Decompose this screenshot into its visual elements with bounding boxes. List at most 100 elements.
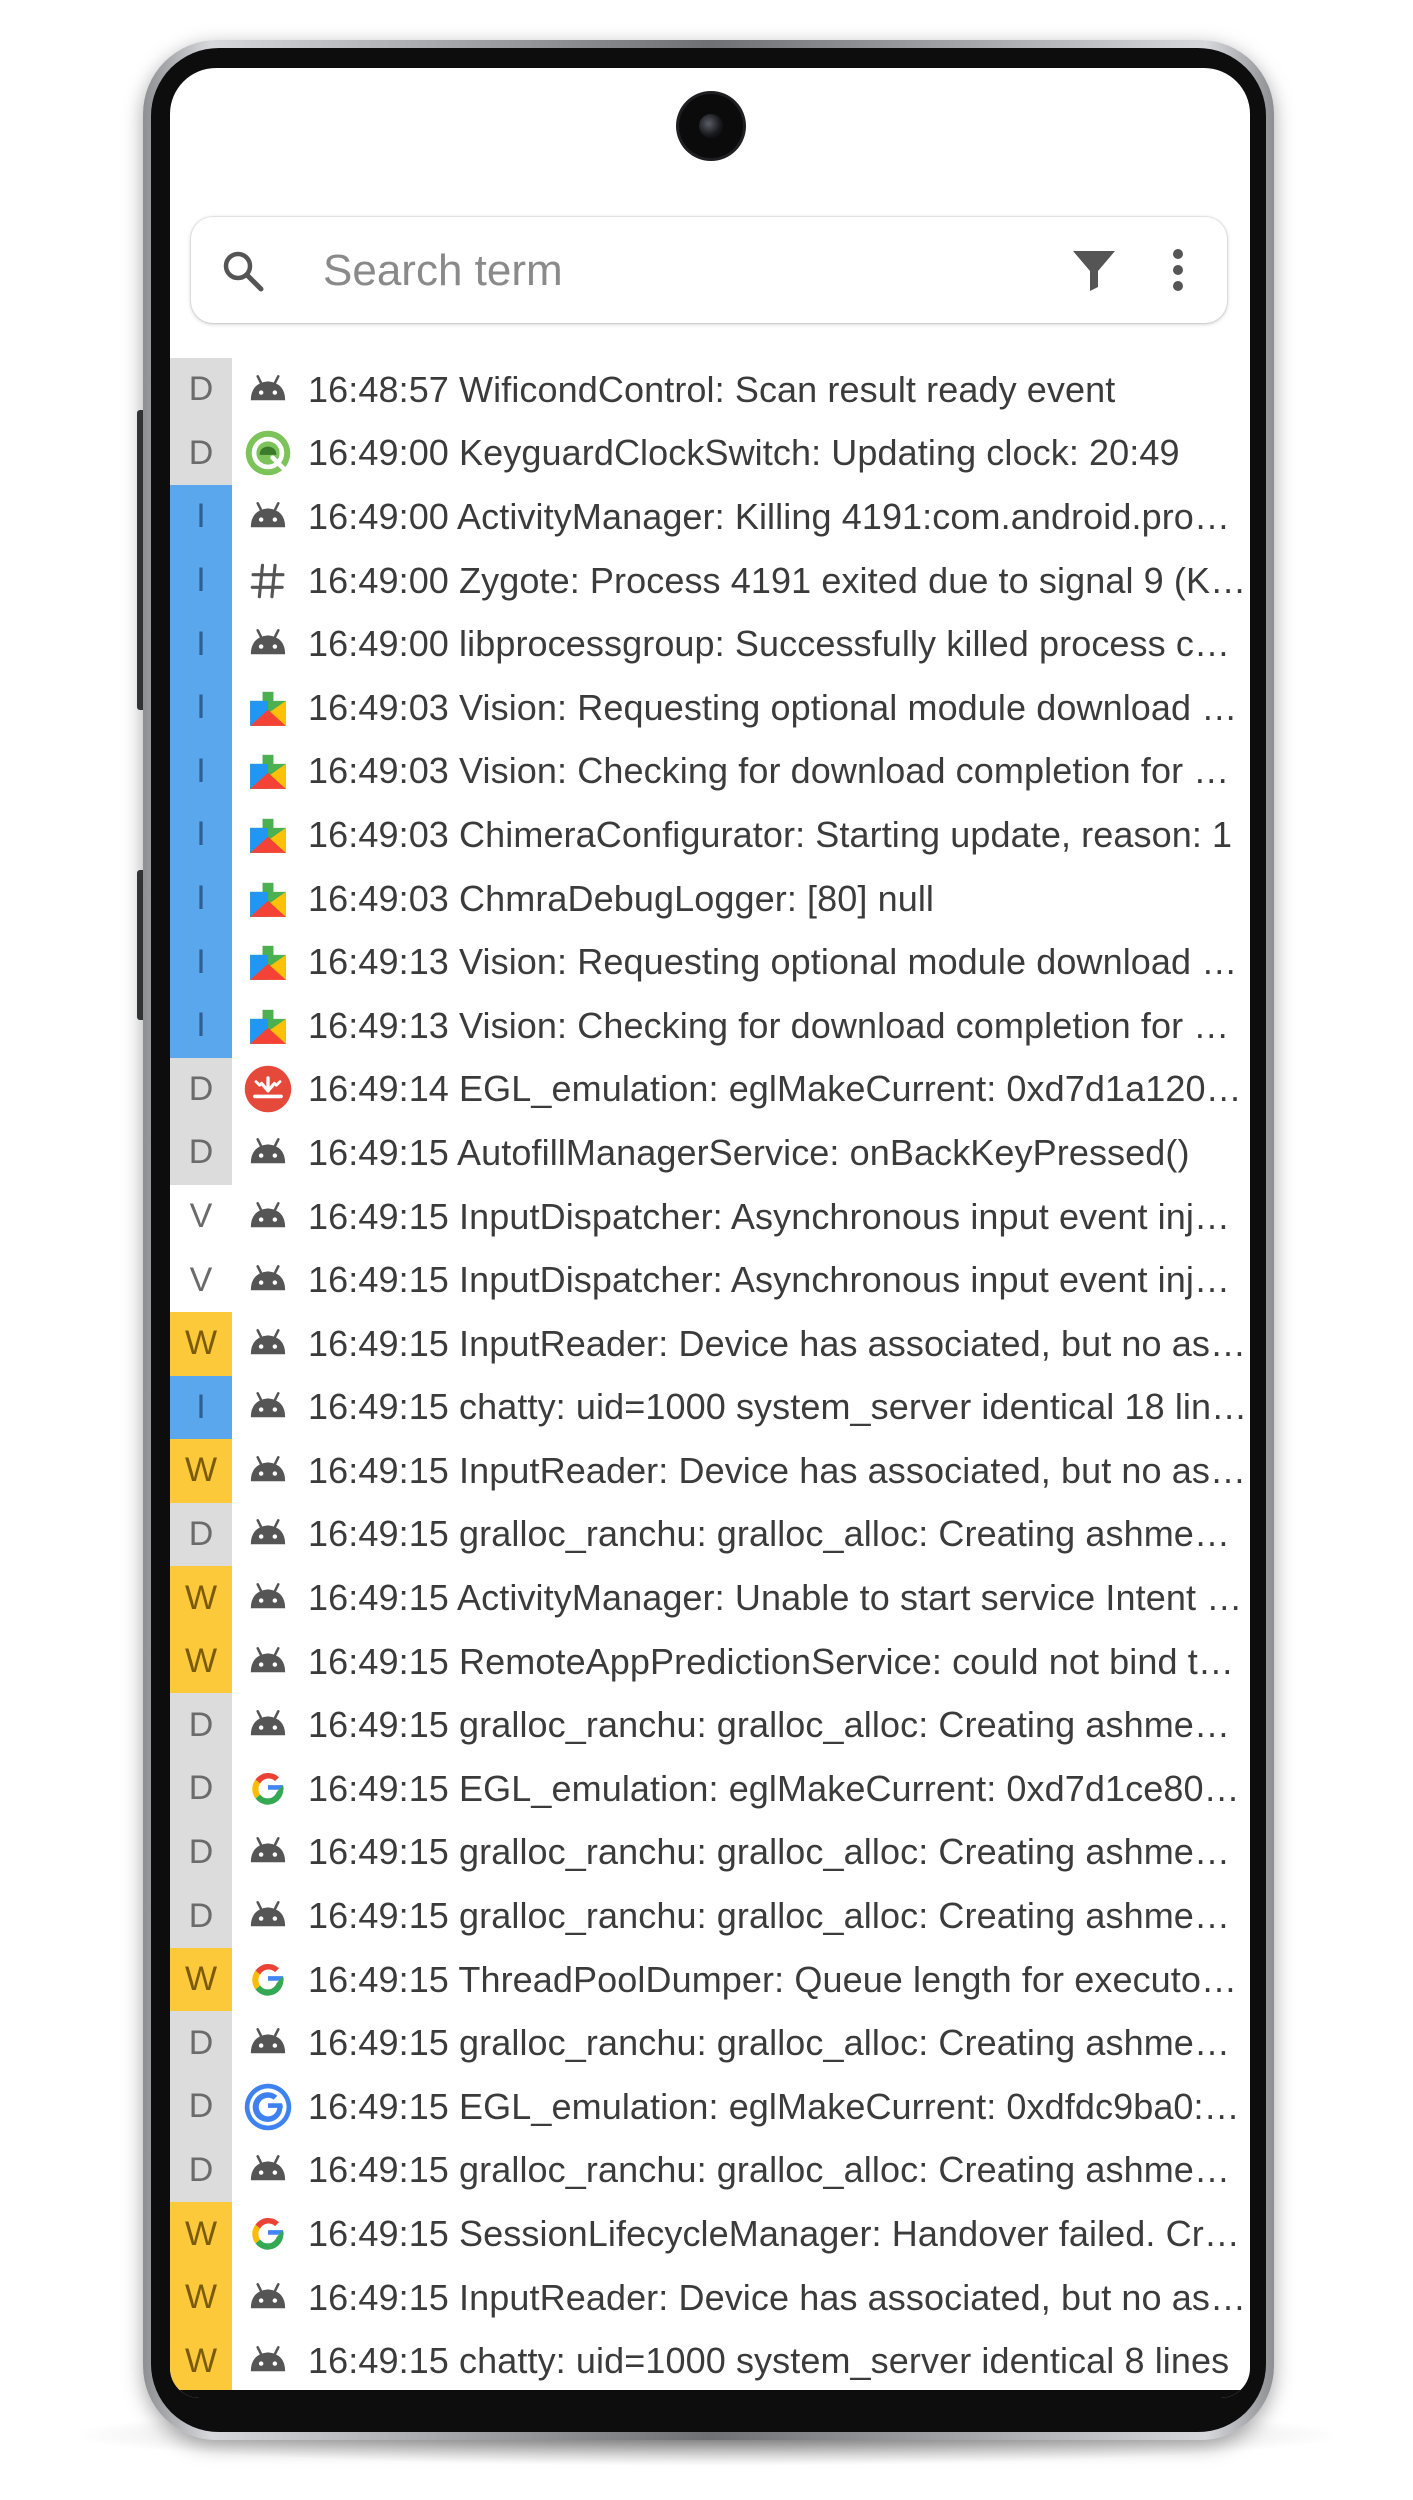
log-message: 16:49:15 ThreadPoolDumper: Queue length … [308,1958,1248,2000]
log-row[interactable]: W 16:49:15 ThreadPoolDumper: Queue length… [170,1947,1250,2012]
log-level-badge: W [170,2265,232,2330]
log-row[interactable]: I 16:49:00 Zygote: Process 4191 exited du… [170,548,1250,613]
log-level-badge: D [170,1820,232,1885]
log-message: 16:49:13 Vision: Checking for download c… [308,1004,1248,1046]
log-list[interactable]: D 16:48:57 WificondControl: Scan result r… [170,358,1250,2393]
log-level-badge: D [170,358,232,422]
log-message: 16:49:00 KeyguardClockSwitch: Updating c… [308,432,1180,474]
log-message: 16:49:15 AutofillManagerService: onBackK… [308,1131,1190,1173]
log-row[interactable]: I 16:49:03 Vision: Checking for download … [170,739,1250,804]
android-icon [240,2270,296,2326]
log-row[interactable]: D 16:49:14 EGL_emulation: eglMakeCurrent:… [170,1057,1250,1122]
android-icon [240,1506,296,1562]
log-level-badge: D [170,2075,232,2139]
log-level-badge: D [170,1057,232,1122]
log-row[interactable]: I 16:49:00 libprocessgroup: Successfully … [170,612,1250,676]
log-level-badge: I [170,1375,232,1440]
log-row[interactable]: D 16:49:15 gralloc_ranchu: gralloc_alloc:… [170,2138,1250,2203]
google-icon [240,1761,296,1817]
log-message: 16:49:15 gralloc_ranchu: gralloc_alloc: … [308,2022,1248,2064]
log-row[interactable]: D 16:49:15 gralloc_ranchu: gralloc_alloc:… [170,1884,1250,1948]
log-row[interactable]: D 16:49:15 gralloc_ranchu: gralloc_alloc:… [170,1502,1250,1567]
log-message: 16:49:15 InputReader: Device has associa… [308,2276,1248,2318]
search-icon[interactable] [219,247,267,295]
log-message: 16:49:15 gralloc_ranchu: gralloc_alloc: … [308,1895,1248,1937]
log-row[interactable]: D 16:49:15 EGL_emulation: eglMakeCurrent:… [170,2075,1250,2139]
log-message: 16:49:13 Vision: Requesting optional mod… [308,941,1248,983]
hash-icon [240,553,296,609]
log-row[interactable]: W 16:49:15 RemoteAppPredictionService: co… [170,1629,1250,1694]
bottom-bezel [170,2390,1250,2398]
log-row[interactable]: W 16:49:15 chatty: uid=1000 system_server… [170,2329,1250,2393]
google-blue-icon [240,2079,296,2135]
play-services-icon [240,807,296,863]
log-level-badge: W [170,2329,232,2393]
log-row[interactable]: D 16:48:57 WificondControl: Scan result r… [170,358,1250,422]
log-level-badge: I [170,866,232,931]
log-message: 16:49:03 Vision: Requesting optional mod… [308,686,1248,728]
log-message: 16:49:03 ChmraDebugLogger: [80] null [308,877,935,919]
play-services-icon [240,680,296,736]
log-message: 16:49:15 RemoteAppPredictionService: cou… [308,1640,1248,1682]
log-message: 16:49:15 InputReader: Device has associa… [308,1449,1248,1491]
more-vert-icon[interactable] [1153,245,1203,295]
log-row[interactable]: W 16:49:15 ActivityManager: Unable to sta… [170,1566,1250,1630]
filter-icon[interactable] [1071,247,1117,293]
log-row[interactable]: W 16:49:15 InputReader: Device has associ… [170,1439,1250,1503]
log-level-badge: D [170,1121,232,1185]
log-row[interactable]: D 16:49:15 gralloc_ranchu: gralloc_alloc:… [170,1693,1250,1758]
log-level-badge: D [170,2138,232,2203]
log-row[interactable]: D 16:49:15 gralloc_ranchu: gralloc_alloc:… [170,1820,1250,1885]
android-icon [240,362,296,418]
log-message: 16:49:15 InputReader: Device has associa… [308,1322,1248,1364]
log-row[interactable]: D 16:49:15 gralloc_ranchu: gralloc_alloc:… [170,2011,1250,2076]
log-message: 16:49:15 EGL_emulation: eglMakeCurrent: … [308,1767,1248,1809]
android-icon [240,1697,296,1753]
log-message: 16:49:00 ActivityManager: Killing 4191:c… [308,495,1248,537]
play-services-icon [240,871,296,927]
log-row[interactable]: D 16:49:00 KeyguardClockSwitch: Updating … [170,421,1250,486]
log-level-badge: W [170,1566,232,1630]
log-level-badge: D [170,421,232,486]
log-level-badge: I [170,803,232,867]
log-message: 16:49:00 libprocessgroup: Successfully k… [308,623,1248,665]
log-message: 16:49:15 SessionLifecycleManager: Handov… [308,2213,1248,2255]
android-icon [240,1824,296,1880]
log-row[interactable]: I 16:49:00 ActivityManager: Killing 4191:… [170,485,1250,549]
log-level-badge: I [170,548,232,613]
log-message: 16:49:15 gralloc_ranchu: gralloc_alloc: … [308,1704,1248,1746]
log-message: 16:48:57 WificondControl: Scan result re… [308,368,1116,410]
log-message: 16:49:03 Vision: Checking for download c… [308,750,1248,792]
log-row[interactable]: D 16:49:15 AutofillManagerService: onBack… [170,1121,1250,1185]
log-row[interactable]: V 16:49:15 InputDispatcher: Asynchronous … [170,1248,1250,1312]
android-icon [240,489,296,545]
log-row[interactable]: I 16:49:15 chatty: uid=1000 system_server… [170,1375,1250,1440]
log-row[interactable]: V 16:49:15 InputDispatcher: Asynchronous … [170,1185,1250,1249]
log-message: 16:49:15 InputDispatcher: Asynchronous i… [308,1259,1248,1301]
log-level-badge: W [170,2202,232,2266]
log-row[interactable]: W 16:49:15 InputReader: Device has associ… [170,1311,1250,1376]
android-q-icon [240,425,296,481]
log-row[interactable]: I 16:49:03 ChimeraConfigurator: Starting … [170,803,1250,867]
search-bar [191,217,1227,323]
play-services-icon [240,743,296,799]
log-row[interactable]: W 16:49:15 InputReader: Device has associ… [170,2265,1250,2330]
log-row[interactable]: W 16:49:15 SessionLifecycleManager: Hando… [170,2202,1250,2266]
log-message: 16:49:14 EGL_emulation: eglMakeCurrent: … [308,1068,1248,1110]
android-icon [240,1252,296,1308]
android-icon [240,616,296,672]
log-message: 16:49:15 chatty: uid=1000 system_server … [308,2340,1230,2382]
log-level-badge: D [170,1757,232,1821]
play-services-icon [240,934,296,990]
log-message: 16:49:00 Zygote: Process 4191 exited due… [308,559,1248,601]
log-message: 16:49:15 gralloc_ranchu: gralloc_alloc: … [308,1831,1248,1873]
search-input[interactable] [321,237,985,305]
log-row[interactable]: I 16:49:13 Vision: Requesting optional mo… [170,930,1250,994]
log-level-badge: W [170,1629,232,1694]
log-row[interactable]: I 16:49:13 Vision: Checking for download … [170,993,1250,1058]
log-message: 16:49:03 ChimeraConfigurator: Starting u… [308,813,1233,855]
log-row[interactable]: D 16:49:15 EGL_emulation: eglMakeCurrent:… [170,1757,1250,1821]
log-row[interactable]: I 16:49:03 ChmraDebugLogger: [80] null [170,866,1250,931]
log-row[interactable]: I 16:49:03 Vision: Requesting optional mo… [170,675,1250,740]
red-launcher-icon [240,1061,296,1117]
